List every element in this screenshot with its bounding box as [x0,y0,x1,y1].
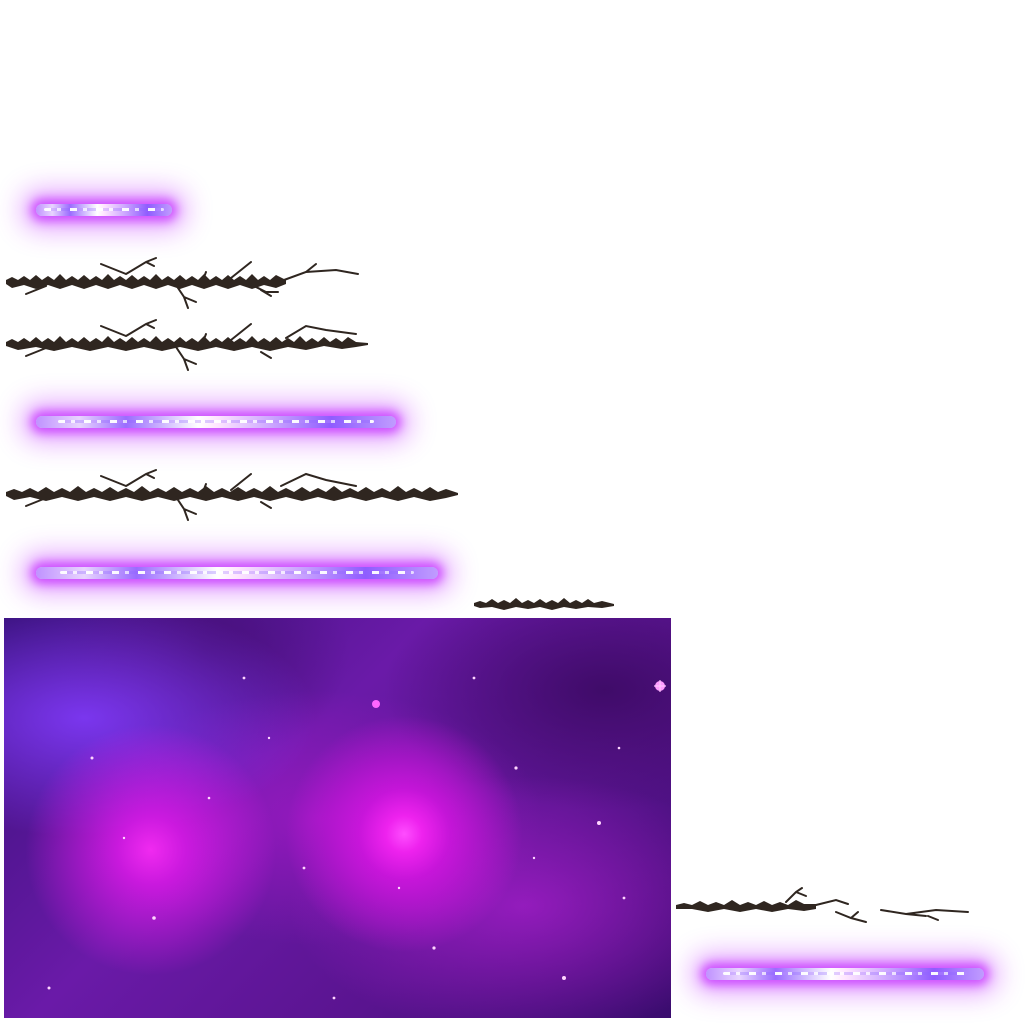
beam-short [36,204,172,216]
branch-cracked-1 [6,257,359,309]
nebula-background [4,618,671,1018]
beam-right [706,968,984,980]
beam-long [36,567,438,579]
branch-long [6,469,458,521]
nebula-stars [47,676,666,1000]
branch-small [474,598,614,610]
branch-broken [676,887,969,923]
beam-medium [36,416,396,428]
branch-cracked-2 [6,319,368,371]
